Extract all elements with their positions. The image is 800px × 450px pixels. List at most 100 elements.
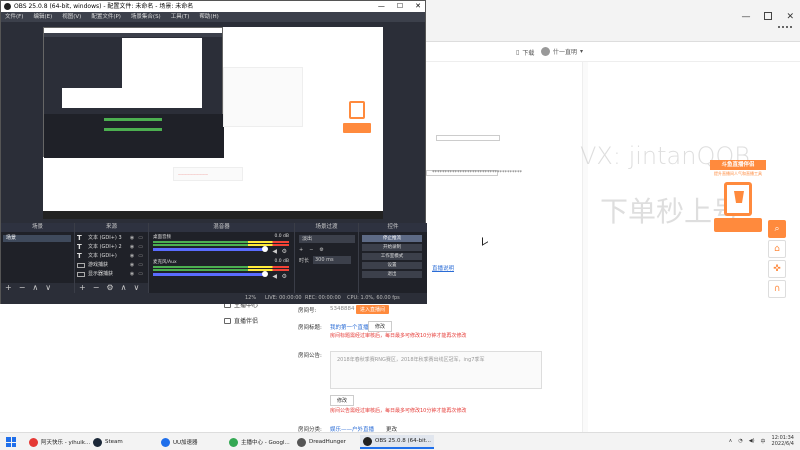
system-tray: ∧ ◔ ◀) 中 12:01:34 2022/6/4 (729, 435, 794, 447)
taskbar-item[interactable]: DreadHunger (294, 435, 349, 449)
duration-input[interactable]: 300 ms (313, 256, 351, 264)
close-icon[interactable]: ✕ (786, 12, 794, 22)
edit-title-button[interactable]: 修改 (368, 321, 393, 332)
exit-button[interactable]: 退出 (362, 271, 422, 278)
chevron-up-icon[interactable]: ∧ (121, 283, 127, 293)
menu-file[interactable]: 文件(F) (5, 12, 23, 22)
preview-card (223, 67, 303, 127)
enter-room-button[interactable]: 进入直播间 (356, 305, 390, 314)
lock-icon[interactable]: ▭ (138, 252, 143, 260)
lock-icon[interactable]: ▭ (138, 234, 143, 242)
eye-icon[interactable]: ◉ (130, 243, 134, 251)
obs-titlebar[interactable]: OBS 25.0.8 (64-bit, windows) - 配置文件: 未命名… (1, 1, 425, 12)
taskbar-item-active[interactable]: OBS 25.0.8 (64-bit... (360, 435, 435, 449)
minimize-icon[interactable]: — (741, 12, 750, 22)
scene-item[interactable]: 场景 (3, 235, 71, 242)
studio-mode-button[interactable]: 工作室模式 (362, 253, 422, 260)
eye-icon[interactable]: ◉ (130, 270, 134, 278)
volume-slider[interactable] (153, 246, 268, 252)
windows-start-icon[interactable] (6, 437, 16, 447)
transition-select[interactable]: 淡出 (299, 235, 355, 243)
scenes-dock: 场景 场景 + − ∧ ∨ (1, 223, 75, 293)
volume-icon[interactable]: ◀) (749, 438, 755, 444)
menu-help[interactable]: 帮助(H) (199, 12, 218, 22)
settings-button[interactable]: 设置 (362, 262, 422, 269)
gear-icon[interactable]: ⚙ (282, 248, 287, 255)
menu-scene-collection[interactable]: 场景集合(S) (131, 12, 161, 22)
menu-view[interactable]: 视图(V) (62, 12, 81, 22)
start-recording-button[interactable]: 开始录制 (362, 244, 422, 251)
chevron-down-icon[interactable]: ∨ (45, 283, 51, 293)
lock-icon[interactable]: ▭ (138, 270, 143, 278)
chevron-up-icon[interactable]: ∧ (32, 283, 38, 293)
rec-timer: REC: 00:00:00 (305, 295, 341, 301)
windows-taskbar: 阿天快乐 - yihuik... Steam UU加速器 主播中心 - Goog… (0, 432, 800, 450)
remove-icon[interactable]: − (309, 247, 313, 253)
close-icon[interactable]: ✕ (415, 1, 421, 12)
headset-icon[interactable]: ∩ (768, 280, 786, 298)
lock-icon[interactable]: ▭ (138, 243, 143, 251)
stop-streaming-button[interactable]: 停止推流 (362, 235, 422, 242)
obs-preview[interactable]: —————————— (43, 27, 383, 219)
taskbar-item[interactable]: 阿天快乐 - yihuik... (26, 435, 93, 449)
add-icon[interactable]: + (79, 283, 86, 293)
help-link[interactable]: 直播说明 (432, 264, 454, 272)
eye-icon[interactable]: ◉ (130, 252, 134, 260)
user-menu[interactable]: 什一直明 ▾ (541, 47, 583, 56)
source-item[interactable]: 显示器捕获 ◉ ▭ (77, 270, 145, 278)
add-icon[interactable]: + (5, 283, 12, 293)
gear-icon[interactable]: ⚙ (282, 273, 287, 280)
more-menu-icon[interactable] (778, 26, 792, 32)
target-icon[interactable]: ✜ (768, 260, 786, 278)
edit-notice-button[interactable]: 修改 (330, 395, 355, 406)
avatar (541, 47, 550, 56)
chevron-up-icon[interactable]: ∧ (729, 438, 733, 444)
home-icon[interactable]: ⌂ (768, 240, 786, 258)
preview-logo (343, 95, 371, 143)
taskbar-item[interactable]: 主播中心 - Googl... (226, 435, 293, 449)
menu-edit[interactable]: 编辑(E) (33, 12, 52, 22)
room-notice-textarea[interactable]: 2018年春秋季赛RNG赛区，2018年秋季赛出线区冠军，ing7季军 (330, 351, 542, 389)
live-timer: LIVE: 00:00:00 (265, 295, 302, 301)
gear-icon[interactable]: ⚙ (106, 283, 113, 293)
monitor-icon (77, 262, 85, 268)
obs-menubar: 文件(F) 编辑(E) 视图(V) 配置文件(P) 场景集合(S) 工具(T) … (1, 12, 425, 22)
ghost-mask: ************************************ (432, 170, 522, 176)
source-item[interactable]: T 文本 (GDI+) 3 ◉ ▭ (77, 234, 145, 242)
lock-icon[interactable]: ▭ (138, 261, 143, 269)
title-note: 房间标题需经过审核后，每日最多可修改10分钟才能再次修改 (330, 333, 467, 339)
remove-icon[interactable]: − (19, 283, 26, 293)
speaker-icon[interactable]: ◀ (272, 248, 277, 255)
mixer-dock: 混音器 桌面音频 0.0 dB ◀ ⚙ 麦克风/Aux 0.0 dB ◀ ⚙ (149, 223, 295, 293)
menu-profile[interactable]: 配置文件(P) (91, 12, 121, 22)
audio-meter (153, 269, 289, 271)
maximize-icon[interactable] (764, 12, 773, 20)
obs-logo-icon (4, 3, 11, 10)
promo-logo[interactable]: 斗鱼直播伴侣 提升直播间人气和直播工具 (710, 160, 766, 238)
clock[interactable]: 12:01:34 2022/6/4 (772, 435, 794, 447)
room-title-label: 房间标题: (298, 325, 322, 331)
ime-icon[interactable]: 中 (761, 438, 766, 445)
search-icon[interactable]: ⌕ (768, 220, 786, 238)
minimize-icon[interactable]: — (378, 1, 385, 12)
maximize-icon[interactable]: ☐ (397, 1, 403, 12)
speaker-icon[interactable]: ◀ (272, 273, 277, 280)
trophy-icon (724, 182, 752, 216)
volume-slider[interactable] (153, 271, 268, 277)
gear-icon[interactable]: ⚙ (319, 247, 323, 253)
sidebar-item-live-companion[interactable]: 直播伴侣 (224, 316, 258, 325)
taskbar-item[interactable]: UU加速器 (158, 435, 201, 449)
source-item[interactable]: T 文本 (GDI+) 2 ◉ ▭ (77, 243, 145, 251)
chevron-down-icon[interactable]: ∨ (133, 283, 139, 293)
add-icon[interactable]: + (299, 247, 303, 253)
remove-icon[interactable]: − (93, 283, 100, 293)
content-scrollbar[interactable] (582, 62, 588, 432)
source-item[interactable]: 游戏捕获 ◉ ▭ (77, 261, 145, 269)
network-icon[interactable]: ◔ (738, 438, 742, 444)
menu-tools[interactable]: 工具(T) (171, 12, 190, 22)
source-item[interactable]: T 文本 (GDI+) ◉ ▭ (77, 252, 145, 260)
eye-icon[interactable]: ◉ (130, 234, 134, 242)
taskbar-item[interactable]: Steam (90, 435, 126, 449)
eye-icon[interactable]: ◉ (130, 261, 134, 269)
download-link[interactable]: ▯ 下载 (516, 48, 534, 57)
